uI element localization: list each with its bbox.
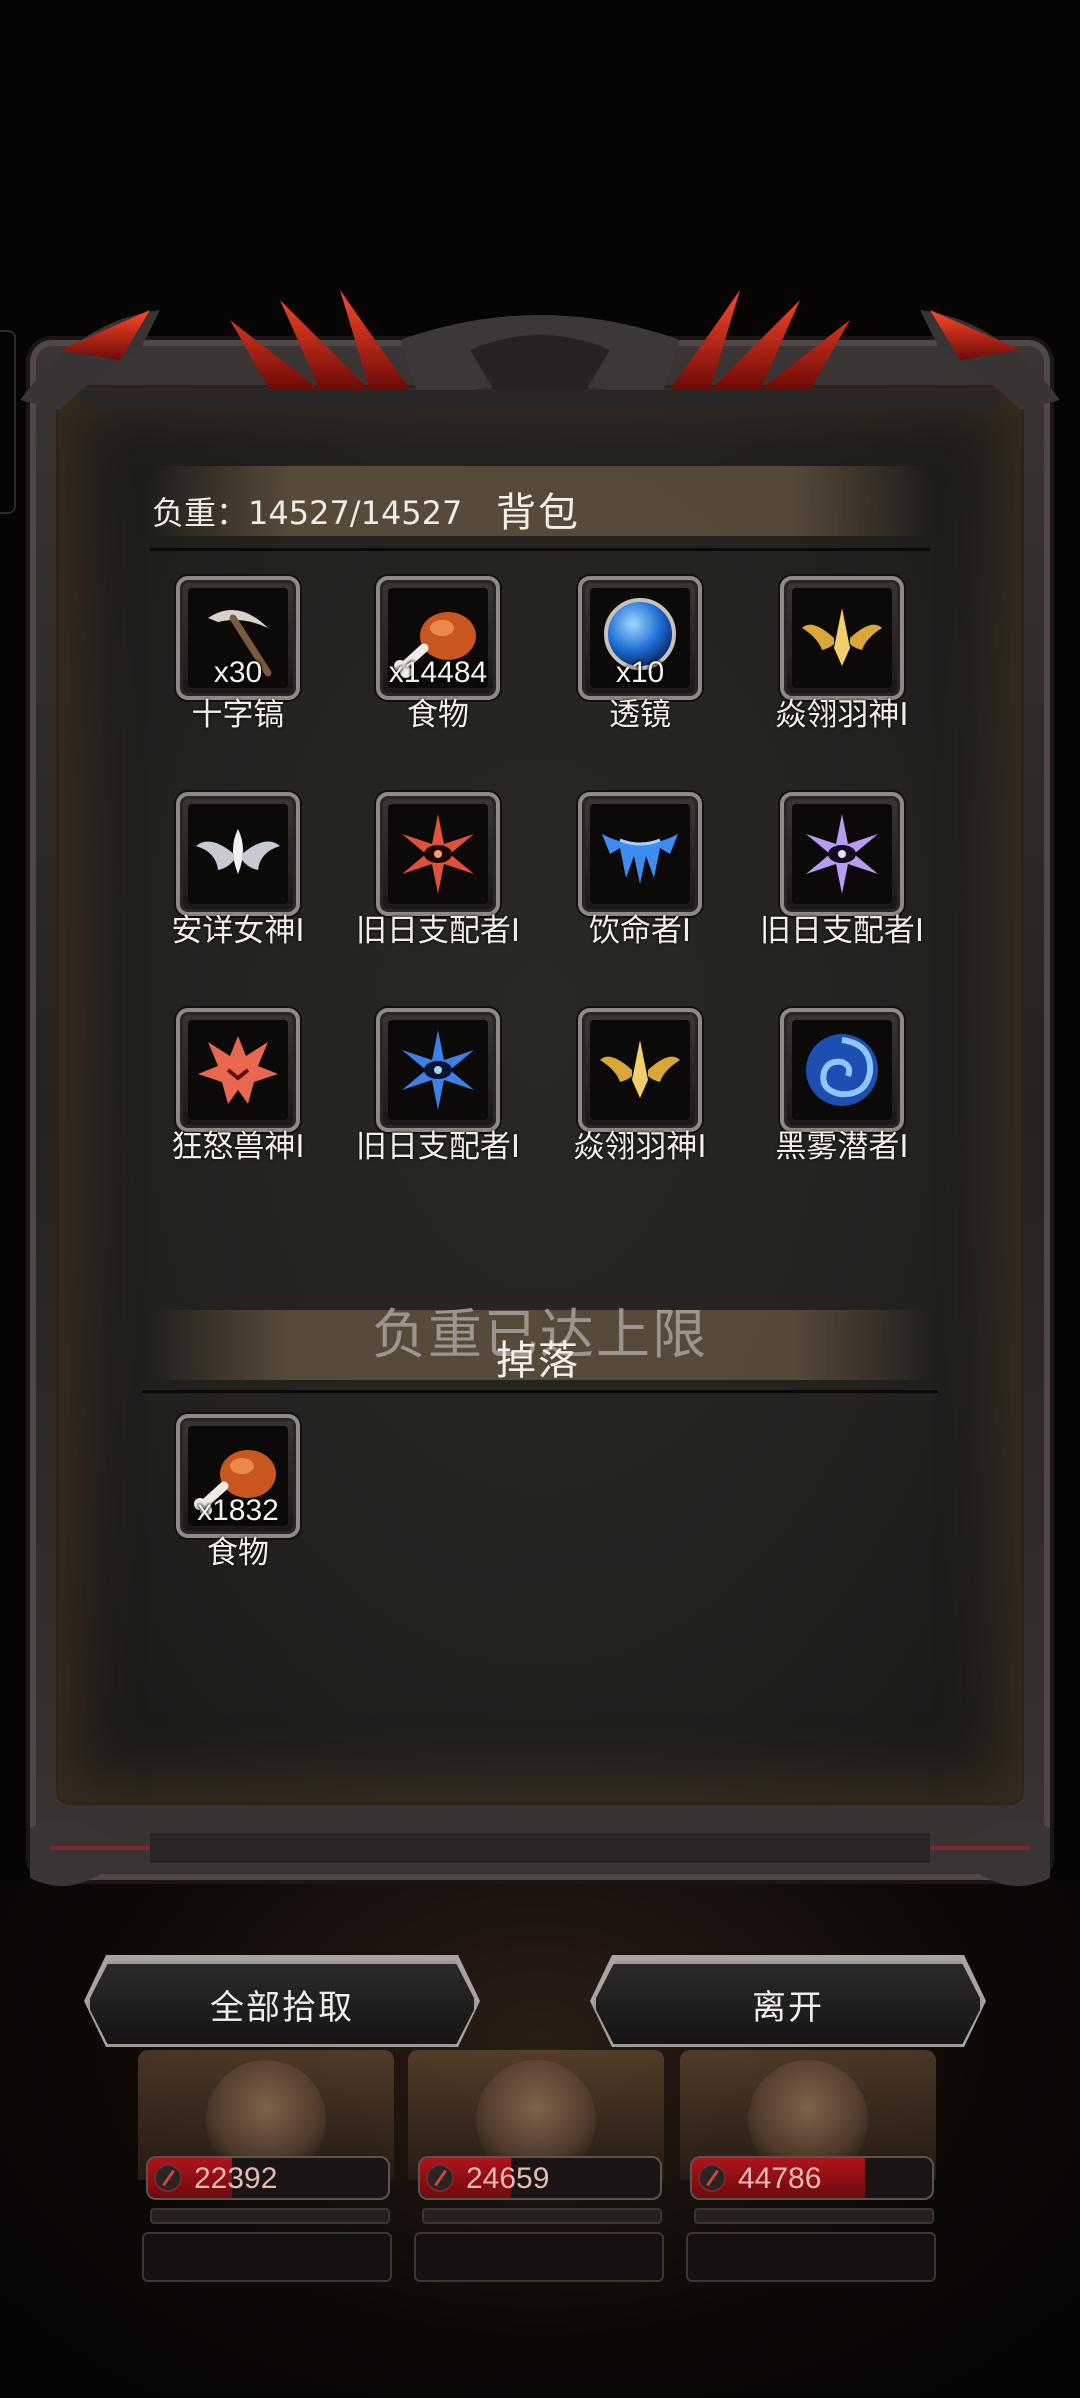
item-name: 焱翎羽神Ⅰ	[775, 697, 909, 733]
inventory-item-flame-feather-god[interactable]: 焱翎羽神Ⅰ	[742, 576, 942, 776]
item-quantity: x10	[615, 656, 665, 689]
item-slot	[376, 1008, 500, 1132]
inventory-item-old-ruler-blue[interactable]: 旧日支配者Ⅰ	[338, 1008, 538, 1208]
header-divider	[150, 548, 930, 551]
hero-sub-bar-3	[694, 2208, 934, 2224]
hero-power-bar-3: 44786	[690, 2156, 934, 2200]
white-lotus-emblem-icon	[196, 829, 280, 874]
item-quantity: x14484	[388, 656, 488, 689]
golden-wing-emblem-icon	[802, 608, 882, 666]
blue-eye-emblem-icon	[402, 1030, 474, 1110]
inventory-item-old-ruler-red[interactable]: 旧日支配者Ⅰ	[338, 792, 538, 992]
item-name: 黑雾潜者Ⅰ	[775, 1129, 909, 1165]
hero-name-plate-3[interactable]	[686, 2232, 936, 2282]
pickup-all-label: 全部拾取	[210, 1987, 354, 2028]
item-quantity: x30	[213, 656, 263, 689]
red-beast-emblem-icon	[198, 1036, 278, 1104]
drop-item-food[interactable]: x1832 食物	[138, 1414, 338, 1614]
sword-icon	[426, 2164, 454, 2192]
blue-fang-emblem-icon	[602, 834, 678, 884]
hero-name-plate-1[interactable]	[142, 2232, 392, 2282]
sword-icon	[698, 2164, 726, 2192]
blue-swirl-emblem-icon	[806, 1034, 878, 1106]
panel-bottom-ornament	[30, 1820, 1050, 1886]
item-slot	[780, 1008, 904, 1132]
pickup-all-button[interactable]: 全部拾取	[87, 1961, 477, 2047]
inventory-item-flame-feather-god-2[interactable]: 焱翎羽神Ⅰ	[540, 1008, 740, 1208]
weight-capacity: 负重：14527/14527	[152, 494, 463, 532]
drops-divider	[142, 1390, 938, 1393]
inventory-item-food[interactable]: x14484 食物	[338, 576, 538, 776]
item-slot	[376, 792, 500, 916]
hero-sub-bar-1	[150, 2208, 390, 2224]
hero-sub-bar-2	[422, 2208, 662, 2224]
inventory-item-old-ruler-violet[interactable]: 旧日支配者Ⅰ	[742, 792, 942, 992]
hero-power-bar-1: 22392	[146, 2156, 390, 2200]
red-eye-emblem-icon	[402, 814, 474, 894]
hero-power-value: 44786	[738, 2162, 822, 2195]
item-slot	[578, 1008, 702, 1132]
hero-power-bar-2: 24659	[418, 2156, 662, 2200]
item-slot	[780, 576, 904, 700]
inventory-item-serene-goddess[interactable]: 安详女神Ⅰ	[138, 792, 338, 992]
item-slot	[176, 1008, 300, 1132]
item-slot	[780, 792, 904, 916]
leave-label: 离开	[752, 1987, 824, 2028]
inventory-item-life-drinker[interactable]: 饮命者Ⅰ	[540, 792, 740, 992]
inventory-item-raging-beast-god[interactable]: 狂怒兽神Ⅰ	[138, 1008, 338, 1208]
item-name: 食物	[207, 1535, 269, 1571]
sword-icon	[154, 2164, 182, 2192]
golden-wing-emblem-icon	[600, 1040, 680, 1098]
backpack-title: 背包	[496, 490, 580, 536]
violet-eye-emblem-icon	[806, 814, 878, 894]
leave-button[interactable]: 离开	[593, 1961, 983, 2047]
item-slot	[176, 792, 300, 916]
item-name: 旧日支配者Ⅰ	[759, 913, 925, 949]
hero-power-value: 24659	[466, 2162, 550, 2195]
item-quantity: x1832	[197, 1494, 279, 1527]
dragon-crown-ornament	[20, 290, 1060, 410]
inventory-item-black-mist-lurker[interactable]: 黑雾潜者Ⅰ	[742, 1008, 942, 1208]
drops-title: 掉落	[496, 1338, 580, 1384]
hero-name-plate-2[interactable]	[414, 2232, 664, 2282]
item-slot	[578, 792, 702, 916]
inventory-item-lens[interactable]: x10 透镜	[540, 576, 740, 776]
side-tab-edge	[0, 330, 16, 514]
hero-power-value: 22392	[194, 2162, 278, 2195]
inventory-item-pickaxe[interactable]: x30 十字镐	[138, 576, 338, 776]
